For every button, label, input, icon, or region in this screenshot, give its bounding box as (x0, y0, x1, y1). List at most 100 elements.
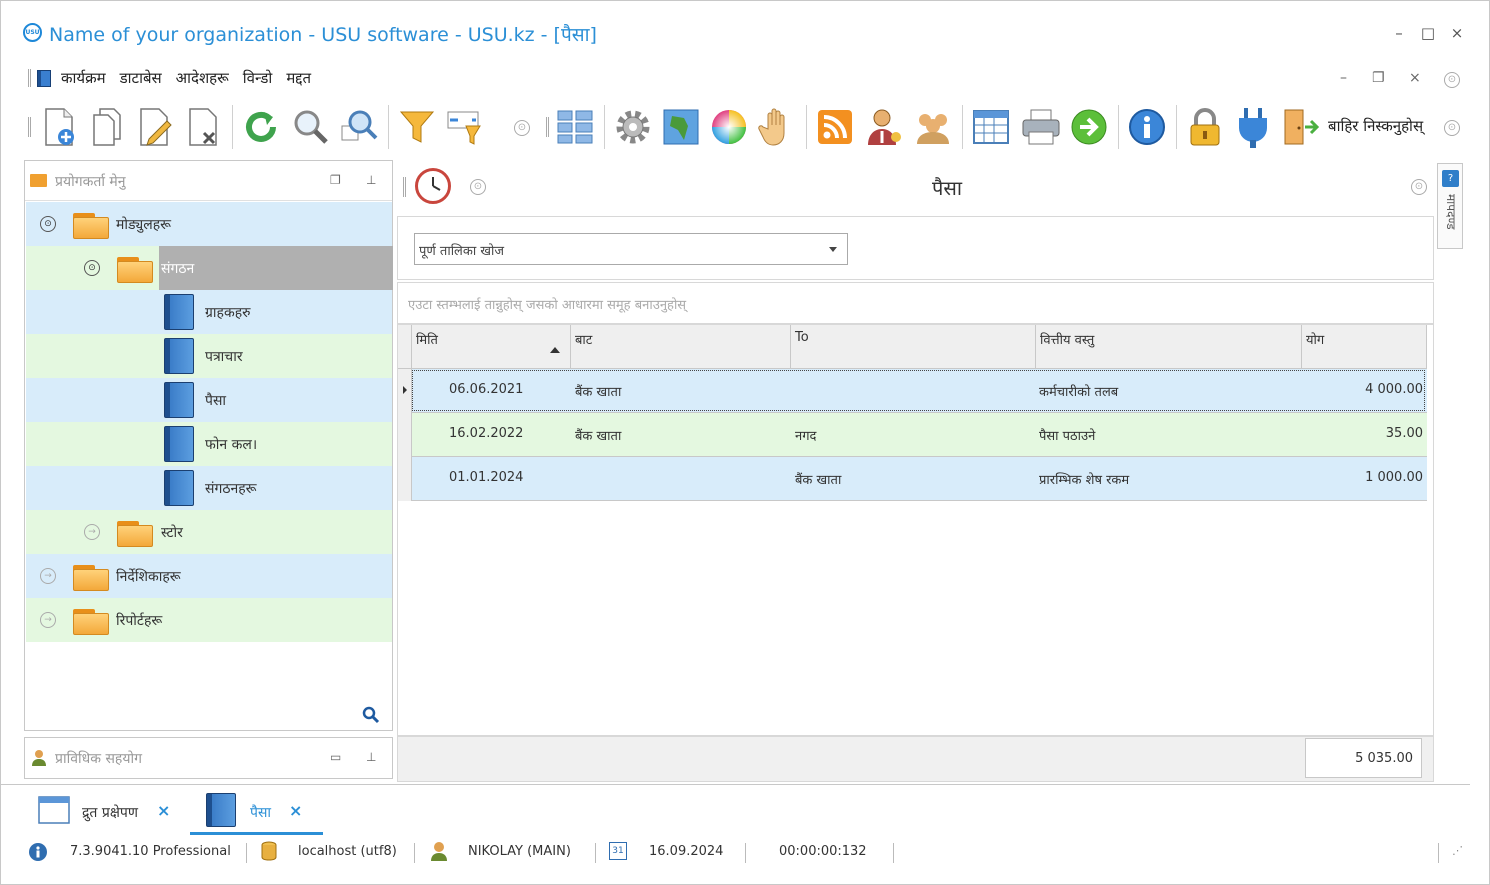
expand-icon[interactable]: → (40, 612, 56, 628)
tree-item-directories[interactable]: → निर्देशिकाहरू (26, 554, 392, 598)
hand-icon[interactable] (756, 106, 798, 148)
mdi-minimize-button[interactable]: – (1340, 70, 1347, 86)
collapse-icon[interactable]: ⊙ (40, 216, 56, 232)
tree-item-correspondence[interactable]: पत्राचार (26, 334, 392, 378)
tree-item-clients[interactable]: ग्राहकहरु (26, 290, 392, 334)
rss-feed-icon[interactable] (814, 106, 856, 148)
settings-gear-icon[interactable] (612, 106, 654, 148)
tree-label: पैसा (205, 393, 227, 409)
color-wheel-icon[interactable] (708, 106, 750, 148)
window-icon (38, 796, 70, 824)
toolbar-options-icon[interactable]: ⊙ (1444, 120, 1460, 136)
tree-item-store[interactable]: → स्टोर (26, 510, 392, 554)
menu-help[interactable]: मद्दत (286, 68, 311, 88)
table-row[interactable]: 16.02.2022 बैंक खाता नगद पैसा पठाउने 35.… (398, 413, 1427, 457)
tree-item-reports[interactable]: → रिपोर्टहरू (26, 598, 392, 642)
close-button[interactable]: × (1447, 24, 1467, 42)
collapse-icon[interactable]: ⊙ (84, 260, 100, 276)
column-header-sum[interactable]: योग (1302, 325, 1427, 369)
expand-icon[interactable]: → (84, 524, 100, 540)
table-icon[interactable] (970, 106, 1012, 148)
tree-item-organization[interactable]: ⊙ संगठन (26, 246, 393, 290)
tree-label: रिपोर्टहरू (116, 613, 163, 629)
cell-sum: 35.00 (1385, 426, 1423, 441)
maximize-panel-icon[interactable]: ▭ (330, 750, 341, 764)
delete-record-icon[interactable] (182, 106, 224, 148)
column-header-date[interactable]: मिति (412, 325, 571, 369)
mdi-close-button[interactable]: × (1409, 70, 1421, 86)
plugin-icon[interactable] (1232, 106, 1274, 148)
lock-icon[interactable] (1184, 106, 1226, 148)
float-panel-icon[interactable]: ❐ (330, 173, 341, 187)
info-icon[interactable] (1126, 106, 1168, 148)
title-bar: USU Name of your organization - USU soft… (0, 0, 1490, 62)
filter-icon[interactable] (396, 106, 438, 148)
parameters-side-tab[interactable]: ? मापदण्ड (1437, 163, 1463, 249)
search-icon[interactable] (290, 106, 332, 148)
user-key-icon[interactable] (864, 106, 906, 148)
go-forward-icon[interactable] (1068, 106, 1110, 148)
pin-icon[interactable]: ⊥ (366, 750, 376, 764)
toolbar-options-icon[interactable]: ⊙ (514, 120, 530, 136)
close-tab-icon[interactable]: × (289, 801, 302, 820)
cell-to: बैंक खाता (795, 473, 842, 488)
search-icon[interactable] (362, 706, 380, 724)
exit-door-icon[interactable] (1280, 106, 1322, 148)
mdi-restore-button[interactable]: ❐ (1372, 70, 1385, 86)
tree-item-phone-calls[interactable]: फोन कल। (26, 422, 392, 466)
refresh-icon[interactable] (240, 106, 282, 148)
resize-grip-icon[interactable]: ⋰ (1452, 844, 1463, 857)
status-separator (414, 843, 415, 863)
cell-from: बैंक खाता (575, 385, 622, 400)
toolbar-grip (28, 117, 31, 137)
version-text: 7.3.9041.10 Professional (70, 844, 231, 859)
full-table-search-dropdown[interactable]: पूर्ण तालिका खोज (414, 233, 848, 265)
menu-commands[interactable]: आदेशहरू (176, 68, 229, 88)
tech-support-panel[interactable]: प्राविधिक सहयोग ▭ ⊥ (24, 737, 393, 779)
menu-window[interactable]: विन्डो (243, 68, 273, 88)
menu-program[interactable]: कार्यक्रम (61, 68, 106, 88)
tree-label: संगठन (161, 261, 195, 277)
cell-item: कर्मचारीको तलब (1039, 385, 1119, 400)
maximize-button[interactable]: □ (1418, 24, 1438, 42)
group-by-panel[interactable]: एउटा स्तम्भलाई तान्नुहोस् जसको आधारमा सम… (397, 282, 1434, 324)
column-header-to[interactable]: To (791, 325, 1036, 369)
users-group-icon[interactable] (912, 106, 954, 148)
side-tab-label: मापदण्ड (1444, 194, 1458, 230)
tree-item-organizations[interactable]: संगठनहरू (26, 466, 392, 510)
exit-button-label[interactable]: बाहिर निस्कनुहोस् (1328, 116, 1423, 136)
edit-record-icon[interactable] (134, 106, 176, 148)
column-chooser-icon[interactable] (444, 106, 486, 148)
tab-label: पैसा (250, 805, 272, 821)
expand-icon[interactable]: → (40, 568, 56, 584)
copy-record-icon[interactable] (86, 106, 128, 148)
module-header: ⊙ पैसा ⊙ (397, 160, 1434, 214)
advanced-search-icon[interactable] (338, 106, 380, 148)
add-record-icon[interactable] (38, 106, 80, 148)
close-tab-icon[interactable]: × (157, 801, 170, 820)
toolbar-separator (232, 105, 233, 149)
tab-quick-launch[interactable]: द्रुत प्रक्षेपण × (24, 787, 189, 835)
column-header-item[interactable]: वित्तीय वस्तु (1036, 325, 1302, 369)
pin-icon[interactable]: ⊥ (366, 173, 376, 187)
menu-options-icon[interactable]: ⊙ (1444, 72, 1460, 88)
grid-footer (397, 736, 1434, 782)
column-header-from[interactable]: बाट (571, 325, 791, 369)
tree-item-modules[interactable]: ⊙ मोड्युलहरू (26, 202, 392, 246)
print-icon[interactable] (1020, 106, 1062, 148)
menu-database[interactable]: डाटाबेस (120, 68, 162, 88)
group-by-hint: एउटा स्तम्भलाई तान्नुहोस् जसको आधारमा सम… (408, 298, 687, 313)
sort-ascending-icon (550, 347, 560, 353)
tech-support-title: प्राविधिक सहयोग (55, 751, 142, 767)
status-separator (1438, 843, 1439, 863)
tab-money[interactable]: पैसा × (190, 787, 323, 835)
header-options-icon[interactable]: ⊙ (1411, 179, 1427, 195)
table-row[interactable]: 06.06.2021 बैंक खाता कर्मचारीको तलब 4 00… (398, 369, 1427, 413)
tree-label: फोन कल। (205, 437, 258, 453)
minimize-button[interactable]: – (1389, 24, 1409, 42)
tree-item-money[interactable]: पैसा (26, 378, 392, 422)
grid-layout-icon[interactable] (554, 106, 596, 148)
column-header-label: मिति (416, 333, 438, 348)
table-row[interactable]: 01.01.2024 बैंक खाता प्रारम्भिक शेष रकम … (398, 457, 1427, 501)
map-icon[interactable] (660, 106, 702, 148)
